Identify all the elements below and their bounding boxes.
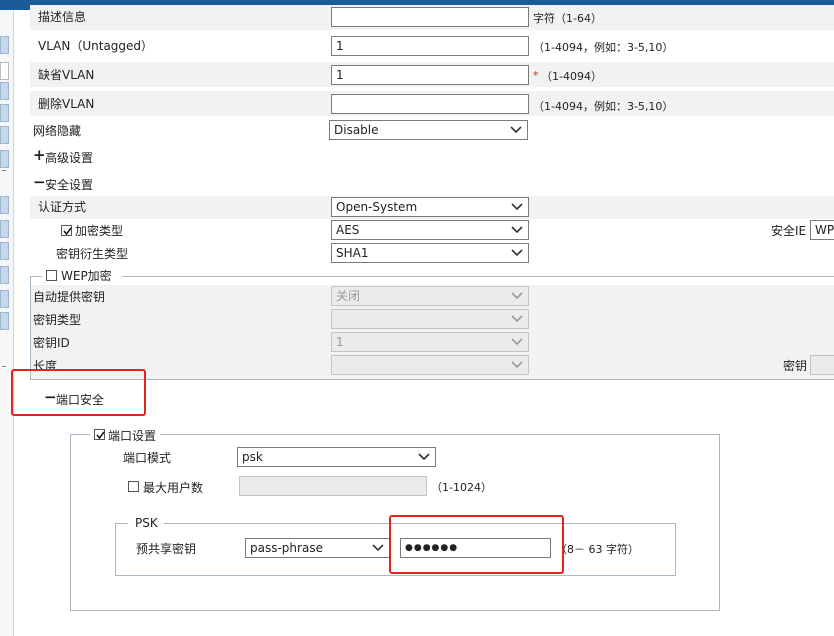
psk-key-highlight-box (389, 515, 564, 574)
delete-vlan-hint: （1-4094，例如：3-5,10） (533, 100, 674, 113)
psk-label: 预共享密钥 (136, 542, 197, 556)
nav-button[interactable] (0, 36, 9, 54)
psk-key-hint: （8－ 63 字符） (556, 543, 639, 556)
key-derive-value: SHA1 (336, 246, 369, 260)
auth-method-value: Open-System (336, 200, 418, 214)
chevron-down-icon (510, 314, 524, 324)
key-type-label: 密钥类型 (33, 313, 82, 327)
form-row-description: 描述信息 字符（1-64） (30, 5, 834, 30)
chevron-down-icon (510, 360, 524, 370)
key-id-value: 1 (336, 335, 344, 349)
psk-type-select[interactable]: pass-phrase (245, 538, 390, 558)
nav-button[interactable] (0, 196, 9, 214)
max-users-label: 最大用户数 (143, 481, 204, 495)
delete-vlan-label: 删除VLAN (38, 97, 95, 111)
port-settings-label: 端口设置 (108, 429, 157, 443)
vlan-untagged-hint: （1-4094，例如：3-5,10） (533, 41, 674, 54)
vlan-untagged-input[interactable]: 1 (331, 36, 529, 56)
chevron-down-icon (510, 202, 524, 212)
description-label: 描述信息 (38, 10, 87, 24)
key-type-select[interactable] (331, 309, 529, 329)
default-vlan-label: 缺省VLAN (38, 68, 95, 82)
description-input[interactable] (331, 7, 529, 27)
nav-button[interactable] (0, 290, 9, 308)
nav-button[interactable] (0, 220, 9, 238)
nav-divider (2, 366, 6, 367)
chevron-down-icon (510, 225, 524, 235)
security-settings-toggle[interactable]: 安全设置 (45, 178, 93, 192)
nav-button[interactable] (0, 266, 9, 284)
port-mode-label: 端口模式 (123, 451, 172, 465)
nav-button[interactable] (0, 126, 9, 144)
port-mode-select[interactable]: psk (237, 447, 436, 467)
nav-button[interactable] (0, 312, 9, 330)
chevron-down-icon (510, 337, 524, 347)
hide-network-value: Disable (334, 123, 379, 137)
advanced-settings-toggle[interactable]: 高级设置 (45, 151, 93, 165)
checkmark-icon (63, 227, 72, 236)
security-ie-select[interactable]: WP (810, 220, 834, 240)
psk-legend: PSK (135, 516, 158, 530)
security-collapse-icon[interactable]: − (33, 175, 46, 190)
nav-button[interactable] (0, 242, 9, 260)
auto-key-select[interactable]: 关闭 (331, 286, 529, 306)
form-row-vlan-untagged: VLAN（Untagged） 1 （1-4094，例如：3-5,10） (30, 34, 834, 59)
psk-type-value: pass-phrase (250, 541, 323, 555)
auth-method-label: 认证方式 (38, 200, 87, 214)
key-id-select[interactable]: 1 (331, 332, 529, 352)
chevron-down-icon (371, 543, 385, 553)
auto-key-label: 自动提供密钥 (33, 290, 106, 304)
nav-button[interactable] (0, 104, 9, 122)
max-users-checkbox[interactable] (128, 481, 139, 492)
default-vlan-hint: （1-4094） (541, 70, 602, 83)
encryption-type-value: AES (336, 223, 360, 237)
hide-network-label: 网络隐藏 (33, 124, 82, 138)
chevron-down-icon (510, 248, 524, 258)
encryption-checkbox[interactable] (61, 225, 72, 236)
security-ie-label: 安全IE (771, 224, 807, 238)
advanced-expand-icon[interactable]: + (33, 148, 46, 163)
key-derive-select[interactable]: SHA1 (331, 243, 529, 263)
encryption-type-select[interactable]: AES (331, 220, 529, 240)
default-vlan-input[interactable]: 1 (331, 65, 529, 85)
checkmark-icon (96, 431, 105, 440)
key-derive-label: 密钥衍生类型 (56, 247, 129, 261)
port-mode-value: psk (242, 450, 263, 464)
description-hint: 字符（1-64） (533, 12, 602, 25)
max-users-input[interactable] (239, 476, 427, 496)
wep-checkbox[interactable] (46, 270, 57, 281)
max-users-hint: （1-1024） (431, 481, 492, 494)
nav-button[interactable] (0, 62, 9, 80)
port-security-toggle[interactable]: 端口安全 (56, 393, 104, 407)
encryption-type-label: 加密类型 (75, 224, 124, 238)
nav-divider (2, 170, 6, 171)
left-nav-strip (0, 10, 14, 636)
chevron-down-icon (417, 452, 431, 462)
port-security-collapse-icon[interactable]: − (44, 390, 57, 405)
form-row-default-vlan: 缺省VLAN 1 * （1-4094） (30, 62, 834, 87)
form-row-delete-vlan: 删除VLAN （1-4094，例如：3-5,10） (30, 91, 834, 116)
auth-method-select[interactable]: Open-System (331, 197, 529, 217)
wep-label: WEP加密 (61, 269, 112, 283)
chevron-down-icon (510, 291, 524, 301)
chevron-down-icon (509, 125, 523, 135)
auto-key-value: 关闭 (336, 289, 361, 303)
delete-vlan-input[interactable] (331, 94, 529, 114)
required-mark: * (533, 69, 539, 82)
length-select[interactable] (331, 355, 529, 375)
port-settings-checkbox[interactable] (94, 429, 105, 440)
nav-button[interactable] (0, 150, 9, 168)
hide-network-select[interactable]: Disable (329, 120, 528, 140)
wep-key-label: 密钥 (783, 359, 808, 373)
key-id-label: 密钥ID (33, 336, 70, 350)
vlan-untagged-label: VLAN（Untagged） (38, 39, 154, 53)
wep-key-input[interactable] (810, 355, 834, 375)
nav-button[interactable] (0, 82, 9, 100)
